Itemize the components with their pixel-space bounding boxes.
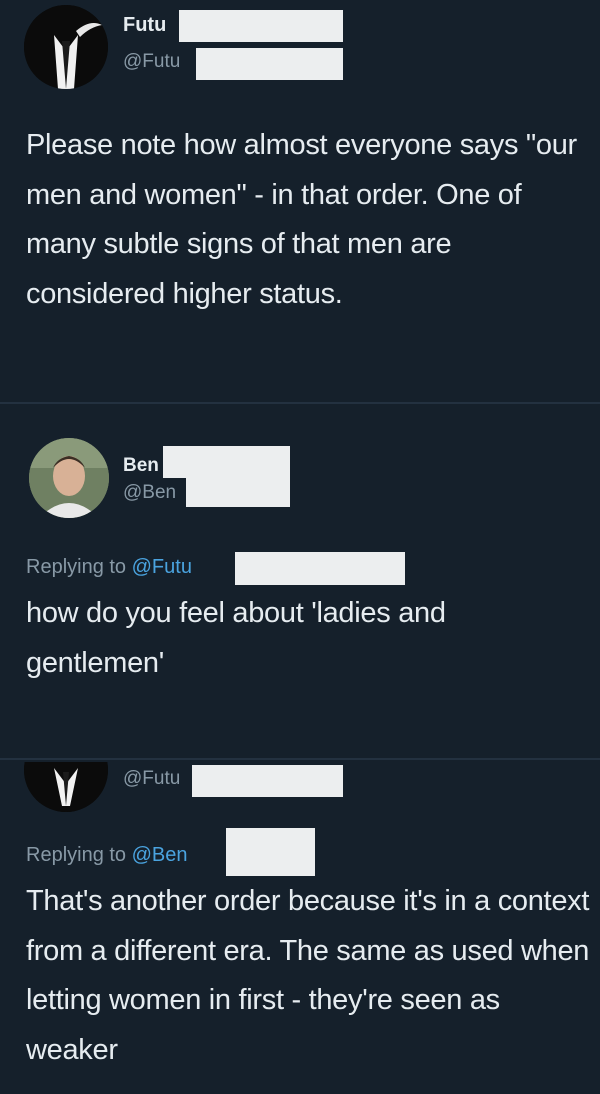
tweet-text: That's another order because it's in a c… bbox=[26, 885, 590, 1066]
replying-prefix: Replying to bbox=[26, 844, 132, 866]
redaction-box bbox=[192, 765, 343, 797]
tuxedo-figure-icon bbox=[24, 762, 108, 812]
user-handle[interactable]: @Futu bbox=[123, 768, 180, 790]
tweet-3: @Futu Replying to @Ben That's another or… bbox=[0, 0, 600, 1094]
mention-link[interactable]: @Ben bbox=[132, 844, 188, 866]
replying-to-label: Replying to @Ben bbox=[26, 844, 188, 867]
user-avatar[interactable] bbox=[24, 762, 108, 812]
redaction-box bbox=[226, 828, 315, 876]
